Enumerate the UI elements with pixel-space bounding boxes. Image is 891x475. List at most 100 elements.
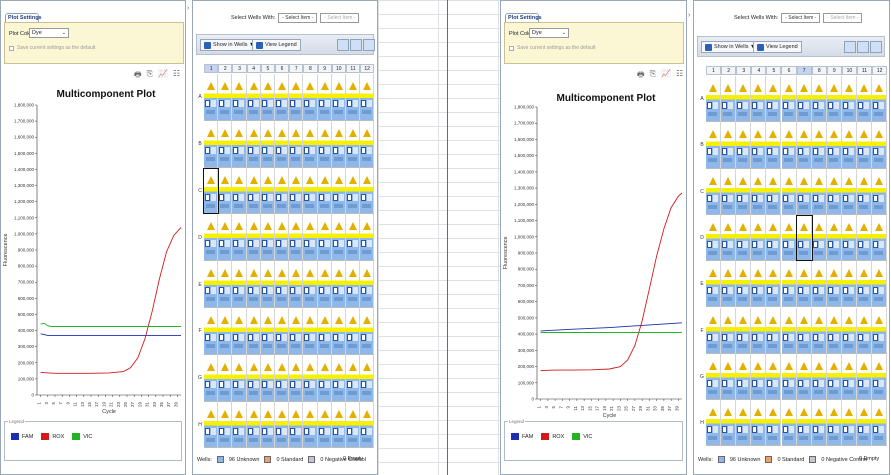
row-header[interactable]: B [196, 121, 204, 168]
plate-well[interactable] [317, 74, 332, 121]
plate-well[interactable] [796, 353, 812, 401]
plate-well[interactable] [796, 261, 812, 308]
row-header[interactable]: D [698, 215, 706, 261]
select-item-dropdown-2[interactable]: - Select Item - [823, 13, 863, 23]
plate-well[interactable] [826, 76, 842, 123]
plate-well[interactable] [246, 214, 261, 262]
show-in-wells-button[interactable]: Show in Wells ▼ [701, 41, 760, 53]
column-header[interactable]: 9 [826, 66, 842, 75]
plate-well[interactable] [246, 74, 261, 121]
plate-well[interactable] [826, 400, 842, 447]
plate-well[interactable] [232, 214, 247, 262]
row-header[interactable]: H [196, 402, 204, 449]
plate-well[interactable] [260, 167, 275, 215]
plate-well[interactable] [796, 168, 812, 215]
plate-well[interactable] [751, 168, 767, 215]
plate-well[interactable] [736, 400, 752, 447]
column-header[interactable]: 3 [736, 66, 752, 75]
settings-icon[interactable]: ☷ [173, 69, 180, 83]
plate-well[interactable] [811, 353, 827, 401]
plate-well[interactable] [246, 167, 261, 215]
column-header[interactable]: 11 [345, 64, 361, 73]
plate-well[interactable] [275, 401, 290, 449]
plate-well[interactable] [204, 214, 219, 262]
plate-well[interactable] [303, 261, 318, 308]
column-header[interactable]: 12 [360, 64, 375, 73]
plate-well[interactable] [218, 308, 233, 355]
plate-well[interactable] [218, 120, 233, 168]
plate-well[interactable] [218, 167, 233, 215]
column-header[interactable]: 5 [766, 66, 782, 75]
column-header[interactable]: 6 [274, 64, 290, 73]
plate-well[interactable] [721, 122, 737, 169]
plate-well[interactable] [260, 214, 275, 262]
column-header[interactable]: 8 [303, 64, 318, 73]
plate-well[interactable] [246, 401, 261, 449]
plate-well[interactable] [857, 261, 873, 308]
row-header[interactable]: G [698, 354, 706, 400]
plate-well[interactable] [706, 400, 722, 447]
plate-well[interactable] [303, 401, 318, 449]
plate-well[interactable] [721, 214, 737, 262]
plate-well[interactable] [346, 120, 361, 168]
plate-well[interactable] [766, 353, 782, 401]
column-header[interactable]: 4 [751, 66, 767, 75]
plate-well[interactable] [736, 261, 752, 308]
plate-well[interactable] [232, 308, 247, 355]
plate-well[interactable] [826, 214, 842, 262]
row-header[interactable]: E [196, 261, 204, 308]
plate-well[interactable] [811, 122, 827, 169]
plate-well[interactable] [872, 400, 888, 447]
plate-well[interactable] [260, 354, 275, 402]
layout-icon[interactable] [844, 41, 856, 53]
plate-well[interactable] [751, 122, 767, 169]
copy-icon[interactable]: ⎘ [147, 69, 153, 83]
plate-well[interactable] [260, 120, 275, 168]
plate-well[interactable] [331, 261, 346, 308]
table-view-icon[interactable] [350, 39, 362, 51]
collapse-arrow-icon[interactable]: › [688, 12, 690, 19]
plate-well[interactable] [289, 261, 304, 308]
plate-well[interactable] [232, 354, 247, 402]
plot-color-select[interactable]: Dye ⌄ [29, 28, 69, 38]
column-header[interactable]: 10 [841, 66, 857, 75]
plate-well[interactable] [721, 353, 737, 401]
save-default-checkbox[interactable]: Save current settings as the default [9, 45, 95, 51]
plate-well[interactable] [736, 122, 752, 169]
plate-well[interactable] [204, 120, 219, 168]
plate-well[interactable] [289, 74, 304, 121]
plate-well[interactable] [360, 308, 375, 355]
plate-well[interactable] [781, 214, 797, 262]
plate-well[interactable] [841, 168, 857, 215]
column-header[interactable]: 2 [218, 64, 233, 73]
plate-well[interactable] [289, 354, 304, 402]
plate-well[interactable] [736, 307, 752, 354]
plate-well[interactable] [218, 261, 233, 308]
column-header[interactable]: 10 [331, 64, 346, 73]
plate-well[interactable] [796, 122, 812, 169]
plate-well[interactable] [275, 120, 290, 168]
plate-well[interactable] [317, 308, 332, 355]
plate-well[interactable] [346, 167, 361, 215]
plate-well[interactable] [751, 261, 767, 308]
plate-well[interactable] [331, 74, 346, 121]
plate-well[interactable] [303, 167, 318, 215]
plate-well[interactable] [736, 76, 752, 123]
plate-well[interactable] [275, 261, 290, 308]
plot-settings-tab[interactable]: Plot Settings [5, 13, 42, 22]
plate-well[interactable] [841, 307, 857, 354]
plate-well[interactable] [766, 168, 782, 215]
plate-well[interactable] [246, 261, 261, 308]
plate-well[interactable] [857, 168, 873, 215]
plate-well[interactable] [706, 214, 722, 262]
plate-well[interactable] [232, 261, 247, 308]
column-header[interactable]: 1 [204, 64, 219, 73]
plate-well[interactable] [246, 308, 261, 355]
plate-well[interactable] [260, 74, 275, 121]
row-header[interactable]: B [698, 122, 706, 168]
plate-well[interactable] [360, 120, 375, 168]
plate-well[interactable] [826, 261, 842, 308]
plate-well[interactable] [841, 76, 857, 123]
plate-well[interactable] [841, 261, 857, 308]
plate-well[interactable] [317, 261, 332, 308]
